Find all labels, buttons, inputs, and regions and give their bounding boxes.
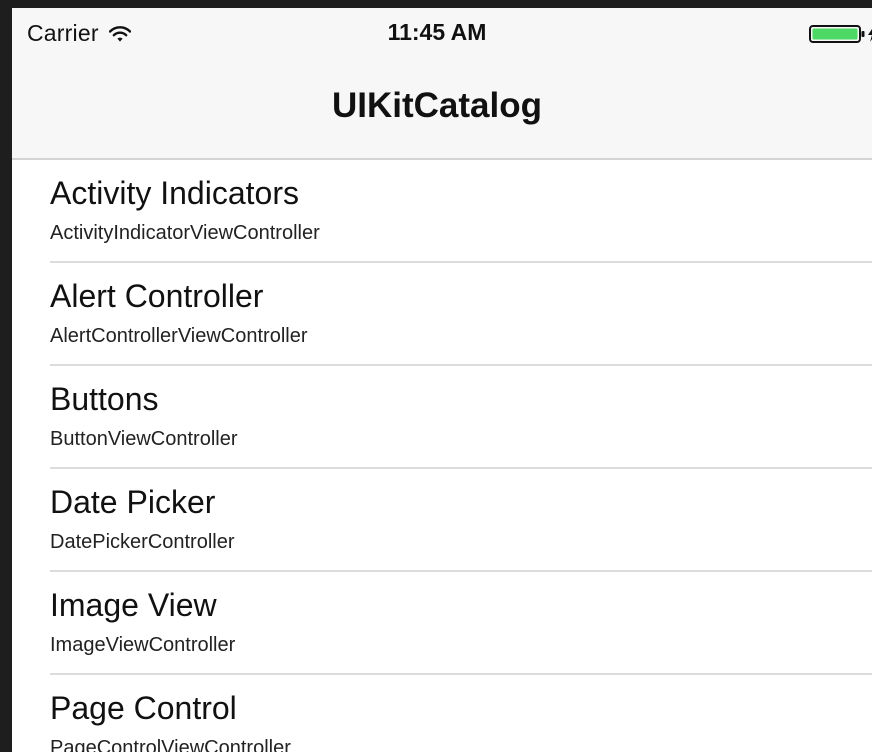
battery-charging-icon [809, 25, 872, 43]
status-time: 11:45 AM [387, 19, 487, 45]
navigation-bar: UIKitCatalog [12, 60, 872, 160]
list-item-title: Buttons [50, 381, 159, 417]
list-item-image-view[interactable]: Image View ImageViewController [12, 572, 872, 675]
list-item-title: Date Picker [50, 484, 216, 520]
list-item-alert-controller[interactable]: Alert Controller AlertControllerViewCont… [12, 263, 872, 366]
list-item-subtitle: ImageViewController [50, 634, 236, 656]
list-item-title: Image View [50, 587, 217, 623]
list-item-title: Page Control [50, 690, 237, 726]
list-item-page-control[interactable]: Page Control PageControlViewController [12, 675, 872, 752]
phone-screen: Carrier 11:45 AM UIKitCatalog Activity I… [12, 8, 872, 752]
catalog-list: Activity Indicators ActivityIndicatorVie… [12, 160, 872, 752]
nav-title: UIKitCatalog [332, 86, 542, 125]
list-item-subtitle: DatePickerController [50, 531, 235, 553]
list-item-date-picker[interactable]: Date Picker DatePickerController [12, 469, 872, 572]
list-item-subtitle: ActivityIndicatorViewController [50, 222, 320, 244]
list-item-subtitle: PageControlViewController [50, 737, 291, 752]
list-item-subtitle: AlertControllerViewController [50, 325, 308, 347]
status-bar: Carrier 11:45 AM [12, 8, 872, 60]
list-item-activity-indicators[interactable]: Activity Indicators ActivityIndicatorVie… [12, 160, 872, 263]
list-item-title: Activity Indicators [50, 175, 299, 211]
list-item-buttons[interactable]: Buttons ButtonViewController [12, 366, 872, 469]
list-item-subtitle: ButtonViewController [50, 428, 238, 450]
list-item-title: Alert Controller [50, 278, 264, 314]
